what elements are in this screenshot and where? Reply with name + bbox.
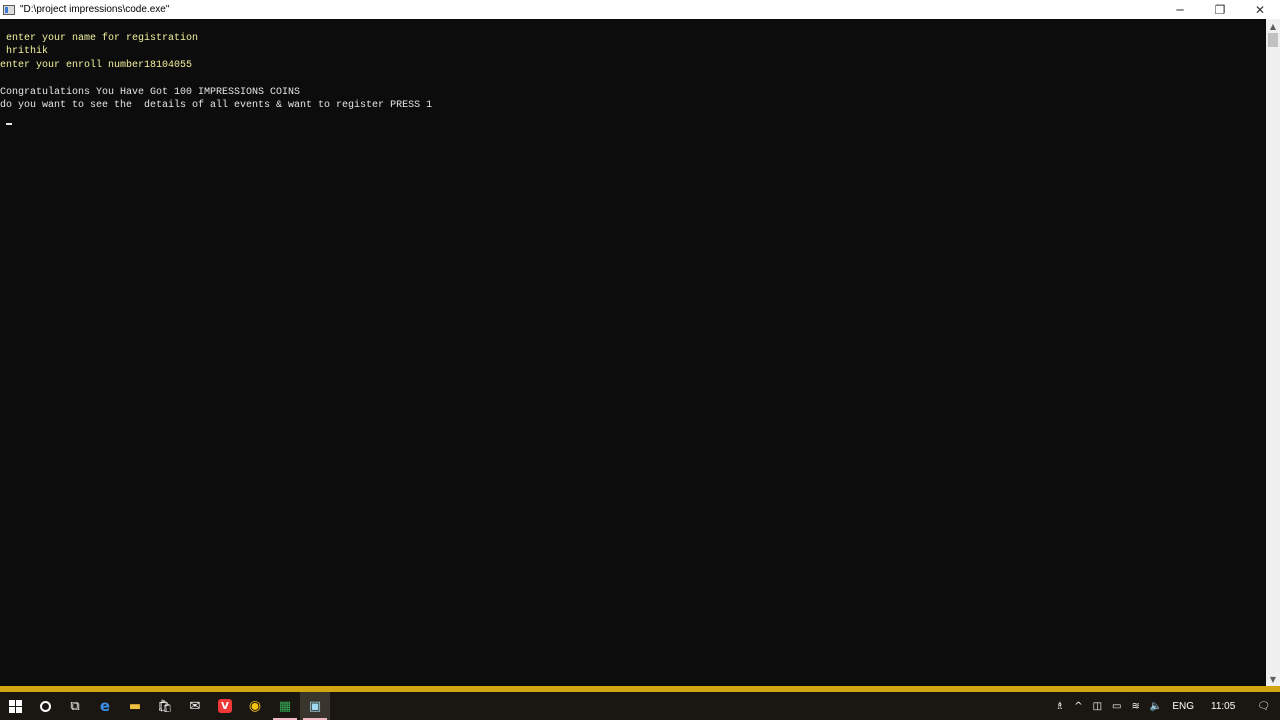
clock[interactable]: 11:05 — [1199, 692, 1247, 720]
vivaldi-button[interactable]: V — [210, 692, 240, 720]
task-view-button[interactable]: ⧉ — [60, 692, 90, 720]
app-colorful-icon: ▦ — [278, 698, 292, 714]
window-title: "D:\project impressions\code.exe" — [20, 4, 170, 15]
language-indicator[interactable]: ENG — [1167, 692, 1199, 720]
scroll-thumb[interactable] — [1268, 33, 1278, 47]
console-window: "D:\project impressions\code.exe" ─ ❐ ✕ … — [0, 0, 1280, 692]
scroll-up-icon[interactable]: ▲ — [1266, 19, 1280, 33]
title-bar[interactable]: "D:\project impressions\code.exe" ─ ❐ ✕ — [0, 0, 1280, 19]
file-explorer-button[interactable]: ▬ — [120, 692, 150, 720]
console-output[interactable]: enter your name for registration hrithik… — [0, 19, 1266, 686]
battery-icon[interactable]: ▭ — [1107, 692, 1126, 720]
show-hidden-chevron-icon[interactable]: ^ — [1069, 692, 1087, 720]
restore-button[interactable]: ❐ — [1200, 0, 1240, 19]
notifications-icon[interactable]: 🗨 — [1247, 692, 1280, 720]
console-line-congrats: Congratulations You Have Got 100 IMPRESS… — [0, 87, 301, 98]
edge-browser-icon: e — [99, 697, 111, 715]
console-line-name-prompt: enter your name for registration — [0, 33, 199, 44]
task-view-icon: ⧉ — [70, 698, 80, 714]
chrome-button[interactable]: ◉ — [240, 692, 270, 720]
console-taskbar-icon: ▣ — [308, 698, 322, 714]
start-button[interactable] — [0, 692, 30, 720]
cortana-circle-icon — [39, 700, 51, 712]
vivaldi-icon: V — [218, 699, 232, 713]
console-line-enroll: enter your enroll number18104055 — [0, 60, 193, 71]
console-line-name-input: hrithik — [0, 46, 49, 57]
vertical-scrollbar[interactable]: ▲ ▼ — [1266, 19, 1280, 686]
cortana-button[interactable] — [30, 692, 60, 720]
volume-icon[interactable]: 🔈 — [1145, 692, 1167, 720]
mail-button[interactable]: ✉ — [180, 692, 210, 720]
console-app-icon — [3, 4, 15, 15]
file-explorer-icon: ▬ — [128, 698, 142, 714]
console-taskbar-button[interactable]: ▣ — [300, 692, 330, 720]
keyboard-icon[interactable]: ◫ — [1088, 692, 1107, 720]
close-button[interactable]: ✕ — [1240, 0, 1280, 19]
chrome-icon: ◉ — [248, 698, 262, 714]
window-controls: ─ ❐ ✕ — [1160, 0, 1280, 19]
text-cursor — [6, 123, 12, 125]
scroll-down-icon[interactable]: ▼ — [1266, 672, 1280, 686]
wifi-icon[interactable]: ≋ — [1126, 692, 1144, 720]
people-icon[interactable]: ♗ — [1050, 692, 1069, 720]
store-icon: 🛍 — [157, 699, 173, 713]
colorful-app-button[interactable]: ▦ — [270, 692, 300, 720]
store-button[interactable]: 🛍 — [150, 692, 180, 720]
mail-icon: ✉ — [189, 698, 201, 714]
console-line-press-prompt: do you want to see the details of all ev… — [0, 100, 433, 111]
windows-logo-icon — [8, 699, 22, 713]
edge-button[interactable]: e — [90, 692, 120, 720]
minimize-button[interactable]: ─ — [1160, 0, 1200, 19]
system-tray: ♗ ^ ◫ ▭ ≋ 🔈 ENG 11:05 🗨 — [1050, 692, 1280, 720]
